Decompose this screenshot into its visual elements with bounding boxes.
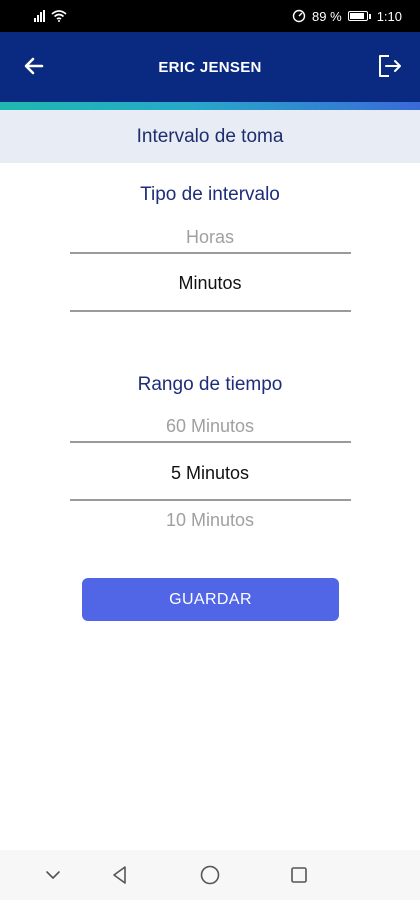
picker-divider — [70, 310, 351, 312]
save-button[interactable]: GUARDAR — [82, 578, 339, 621]
time-range-label: Rango de tiempo — [137, 374, 283, 395]
time-range-selected[interactable]: 5 Minutos — [0, 463, 420, 484]
battery-percent: 89 % — [312, 8, 342, 24]
app-screen: 89 % 1:10 ERIC JENSEN Intervalo de toma … — [0, 0, 420, 900]
back-button[interactable] — [20, 52, 48, 80]
data-saver-icon — [292, 9, 306, 23]
nav-hide-button[interactable] — [42, 864, 64, 886]
interval-type-selected[interactable]: Minutos — [0, 273, 420, 294]
section-title: Intervalo de toma — [136, 125, 284, 147]
status-time: 1:10 — [376, 8, 402, 24]
interval-type-option[interactable]: Horas — [0, 227, 420, 248]
logout-icon — [379, 55, 401, 77]
app-header: ERIC JENSEN — [0, 32, 420, 102]
status-left — [34, 10, 67, 22]
picker-divider — [70, 252, 351, 254]
chevron-down-icon — [46, 871, 60, 879]
back-triangle-icon — [113, 866, 126, 884]
recents-square-icon — [291, 867, 307, 883]
status-right: 89 % 1:10 — [292, 9, 402, 24]
picker-divider — [70, 441, 351, 443]
signal-icon — [34, 10, 45, 22]
battery-icon — [347, 11, 371, 21]
system-nav-bar — [0, 850, 420, 900]
section-header: Intervalo de toma — [0, 110, 420, 163]
wifi-icon — [51, 10, 67, 22]
page-title: ERIC JENSEN — [158, 58, 262, 76]
logout-button[interactable] — [374, 51, 404, 81]
picker-divider — [70, 499, 351, 501]
nav-home-button[interactable] — [199, 864, 221, 886]
nav-recents-button[interactable] — [288, 864, 310, 886]
home-circle-icon — [200, 865, 220, 885]
header-accent-bar — [0, 102, 420, 110]
arrow-left-icon — [24, 57, 44, 75]
time-range-option[interactable]: 60 Minutos — [0, 416, 420, 437]
interval-type-label: Tipo de intervalo — [140, 184, 280, 205]
status-bar: 89 % 1:10 — [0, 0, 420, 32]
nav-back-button[interactable] — [109, 864, 131, 886]
time-range-option[interactable]: 10 Minutos — [0, 510, 420, 531]
